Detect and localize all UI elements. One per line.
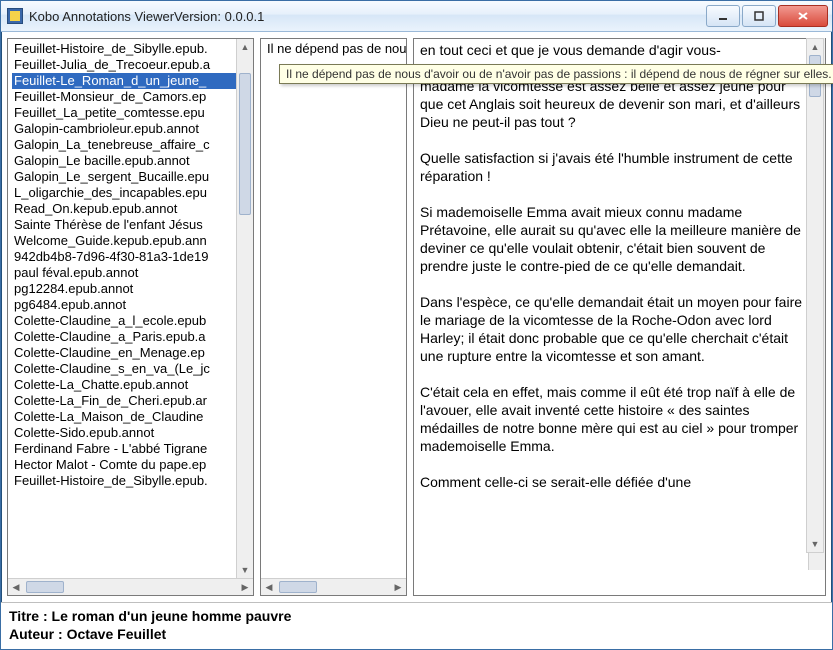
annotation-list[interactable]: Il ne dépend pas de nou [261,39,406,578]
file-list-item[interactable]: Feuillet_La_petite_comtesse.epu [12,105,253,121]
file-list-item[interactable]: Galopin-cambrioleur.epub.annot [12,121,253,137]
file-list-item[interactable]: paul féval.epub.annot [12,265,253,281]
app-icon [7,8,23,24]
title-bar: Kobo Annotations ViewerVersion: 0.0.0.1 [1,1,832,32]
file-list-item[interactable]: Colette-Claudine_en_Menage.ep [12,345,253,361]
file-list-item[interactable]: Welcome_Guide.kepub.epub.ann [12,233,253,249]
file-list-item[interactable]: Feuillet-Julia_de_Trecoeur.epub.a [12,57,253,73]
file-list-item[interactable]: Galopin_Le bacille.epub.annot [12,153,253,169]
author-value: Octave Feuillet [67,626,167,642]
file-list-hscrollbar[interactable]: ◀ ▶ [8,578,253,595]
file-list-item[interactable]: Colette-Claudine_s_en_va_(Le_jc [12,361,253,377]
annotation-text[interactable]: en tout ceci et que je vous demande d'ag… [414,39,825,595]
file-list-item[interactable]: Hector Malot - Comte du pape.ep [12,457,253,473]
annotation-tooltip: Il ne dépend pas de nous d'avoir ou de n… [279,64,833,84]
annotation-list-hscrollbar[interactable]: ◀ ▶ [261,578,406,595]
hscroll-thumb[interactable] [26,581,64,593]
file-list-item[interactable]: Feuillet-Histoire_de_Sibylle.epub. [12,473,253,489]
app-window: Kobo Annotations ViewerVersion: 0.0.0.1 … [0,0,833,650]
scroll-right-icon: ▶ [390,582,406,593]
file-list-item[interactable]: pg12284.epub.annot [12,281,253,297]
maximize-button[interactable] [742,5,776,27]
file-list-item[interactable]: Colette-Claudine_a_Paris.epub.a [12,329,253,345]
maximize-icon [754,11,764,21]
scroll-up-icon: ▲ [237,39,253,55]
file-list-item[interactable]: Colette-Sido.epub.annot [12,425,253,441]
scroll-down-icon: ▼ [237,562,253,578]
scroll-down-icon: ▼ [807,536,823,552]
file-list-vscrollbar[interactable]: ▲ ▼ [236,39,253,578]
scroll-right-icon: ▶ [237,582,253,593]
info-footer: Titre : Le roman d'un jeune homme pauvre… [1,602,832,649]
file-list-item[interactable]: Read_On.kepub.epub.annot [12,201,253,217]
close-icon [797,11,809,21]
text-viewer-pane: en tout ceci et que je vous demande d'ag… [413,38,826,596]
author-label: Auteur : [9,626,67,642]
scroll-left-icon: ◀ [261,582,277,593]
file-list-item[interactable]: Colette-La_Chatte.epub.annot [12,377,253,393]
book-title-row: Titre : Le roman d'un jeune homme pauvre [9,607,824,625]
content-area: Feuillet-Histoire_de_Sibylle.epub.Feuill… [1,32,832,602]
file-list-item[interactable]: Ferdinand Fabre - L'abbé Tigrane [12,441,253,457]
scroll-left-icon: ◀ [8,582,24,593]
file-list[interactable]: Feuillet-Histoire_de_Sibylle.epub.Feuill… [8,39,253,578]
close-button[interactable] [778,5,828,27]
file-list-pane: Feuillet-Histoire_de_Sibylle.epub.Feuill… [7,38,254,596]
book-author-row: Auteur : Octave Feuillet [9,625,824,643]
text-vscrollbar[interactable]: ▲ ▼ [806,38,824,553]
title-label: Titre : [9,608,52,624]
file-list-item[interactable]: Sainte Thérèse de l'enfant Jésus [12,217,253,233]
file-list-item[interactable]: Colette-La_Maison_de_Claudine [12,409,253,425]
title-value: Le roman d'un jeune homme pauvre [52,608,292,624]
file-list-item[interactable]: 942db4b8-7d96-4f30-81a3-1de19 [12,249,253,265]
file-list-item[interactable]: Colette-Claudine_a_l_ecole.epub [12,313,253,329]
file-list-item[interactable]: Galopin_Le_sergent_Bucaille.epu [12,169,253,185]
file-list-item[interactable]: Feuillet-Le_Roman_d_un_jeune_ [12,73,253,89]
scroll-up-icon: ▲ [807,39,823,55]
minimize-icon [718,11,728,21]
file-list-item[interactable]: pg6484.epub.annot [12,297,253,313]
file-list-item[interactable]: Feuillet-Monsieur_de_Camors.ep [12,89,253,105]
window-controls [704,5,828,27]
file-list-item[interactable]: Colette-La_Fin_de_Cheri.epub.ar [12,393,253,409]
file-list-item[interactable]: Feuillet-Histoire_de_Sibylle.epub. [12,41,253,57]
window-title: Kobo Annotations ViewerVersion: 0.0.0.1 [29,9,704,24]
file-list-item[interactable]: Galopin_La_tenebreuse_affaire_c [12,137,253,153]
scroll-thumb[interactable] [239,73,251,215]
hscroll-thumb[interactable] [279,581,317,593]
file-list-item[interactable]: L_oligarchie_des_incapables.epu [12,185,253,201]
annotation-list-pane: Il ne dépend pas de nou ◀ ▶ [260,38,407,596]
minimize-button[interactable] [706,5,740,27]
annotation-list-item[interactable]: Il ne dépend pas de nou [265,41,406,57]
